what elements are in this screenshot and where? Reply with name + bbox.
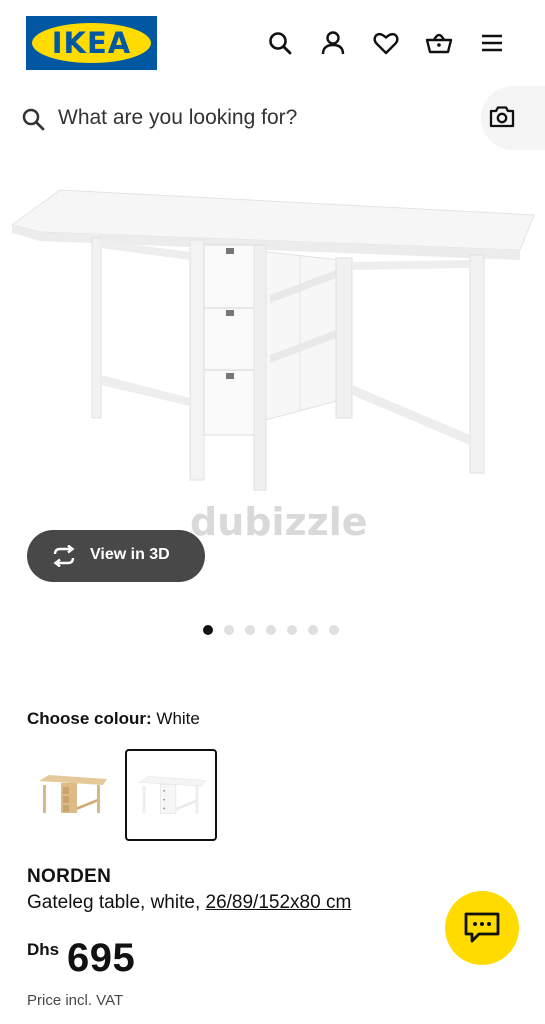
colour-option-white[interactable] [125, 749, 217, 841]
chat-icon [464, 912, 500, 943]
carousel-dot[interactable] [329, 625, 339, 635]
carousel-dot[interactable] [224, 625, 234, 635]
menu-icon[interactable] [478, 29, 506, 57]
product-type: Gateleg table, white, [27, 892, 206, 913]
search-field-icon [22, 108, 45, 131]
search-icon[interactable] [266, 29, 294, 57]
rotate-3d-icon [53, 545, 75, 567]
user-icon[interactable] [319, 29, 347, 57]
search-input[interactable]: What are you looking for? [58, 106, 297, 130]
watermark: dubizzle [190, 500, 368, 544]
colour-value: White [156, 709, 200, 728]
carousel-dot[interactable] [287, 625, 297, 635]
logo-text: IKEA [51, 26, 132, 60]
ikea-logo[interactable]: IKEA [26, 16, 157, 70]
view-in-3d-button[interactable]: View in 3D [27, 530, 205, 582]
colour-chooser: Choose colour: White [27, 709, 200, 729]
header: IKEA [0, 0, 545, 86]
search-bar[interactable]: What are you looking for? [0, 92, 545, 148]
white-table-thumbnail [137, 776, 206, 814]
colour-label: Choose colour: [27, 709, 152, 728]
basket-icon[interactable] [425, 29, 453, 57]
product-name: NORDEN [27, 866, 112, 887]
product-description: Gateleg table, white, 26/89/152x80 cm [27, 892, 351, 914]
carousel-dot[interactable] [245, 625, 255, 635]
product-dimensions-link[interactable]: 26/89/152x80 cm [206, 892, 352, 913]
heart-icon[interactable] [372, 29, 400, 57]
chat-button[interactable] [445, 891, 519, 965]
visual-search-button[interactable] [481, 86, 545, 150]
carousel-dot[interactable] [308, 625, 318, 635]
birch-table-thumbnail [39, 775, 107, 813]
carousel-dot[interactable] [203, 625, 213, 635]
price-value: 695 [67, 936, 136, 980]
view-in-3d-label: View in 3D [90, 546, 170, 563]
vat-note: Price incl. VAT [27, 992, 124, 1009]
colour-option-birch[interactable] [27, 749, 117, 839]
carousel-dot[interactable] [266, 625, 276, 635]
price-currency: Dhs [27, 940, 60, 959]
product-image[interactable] [0, 170, 545, 520]
camera-icon [489, 106, 515, 128]
